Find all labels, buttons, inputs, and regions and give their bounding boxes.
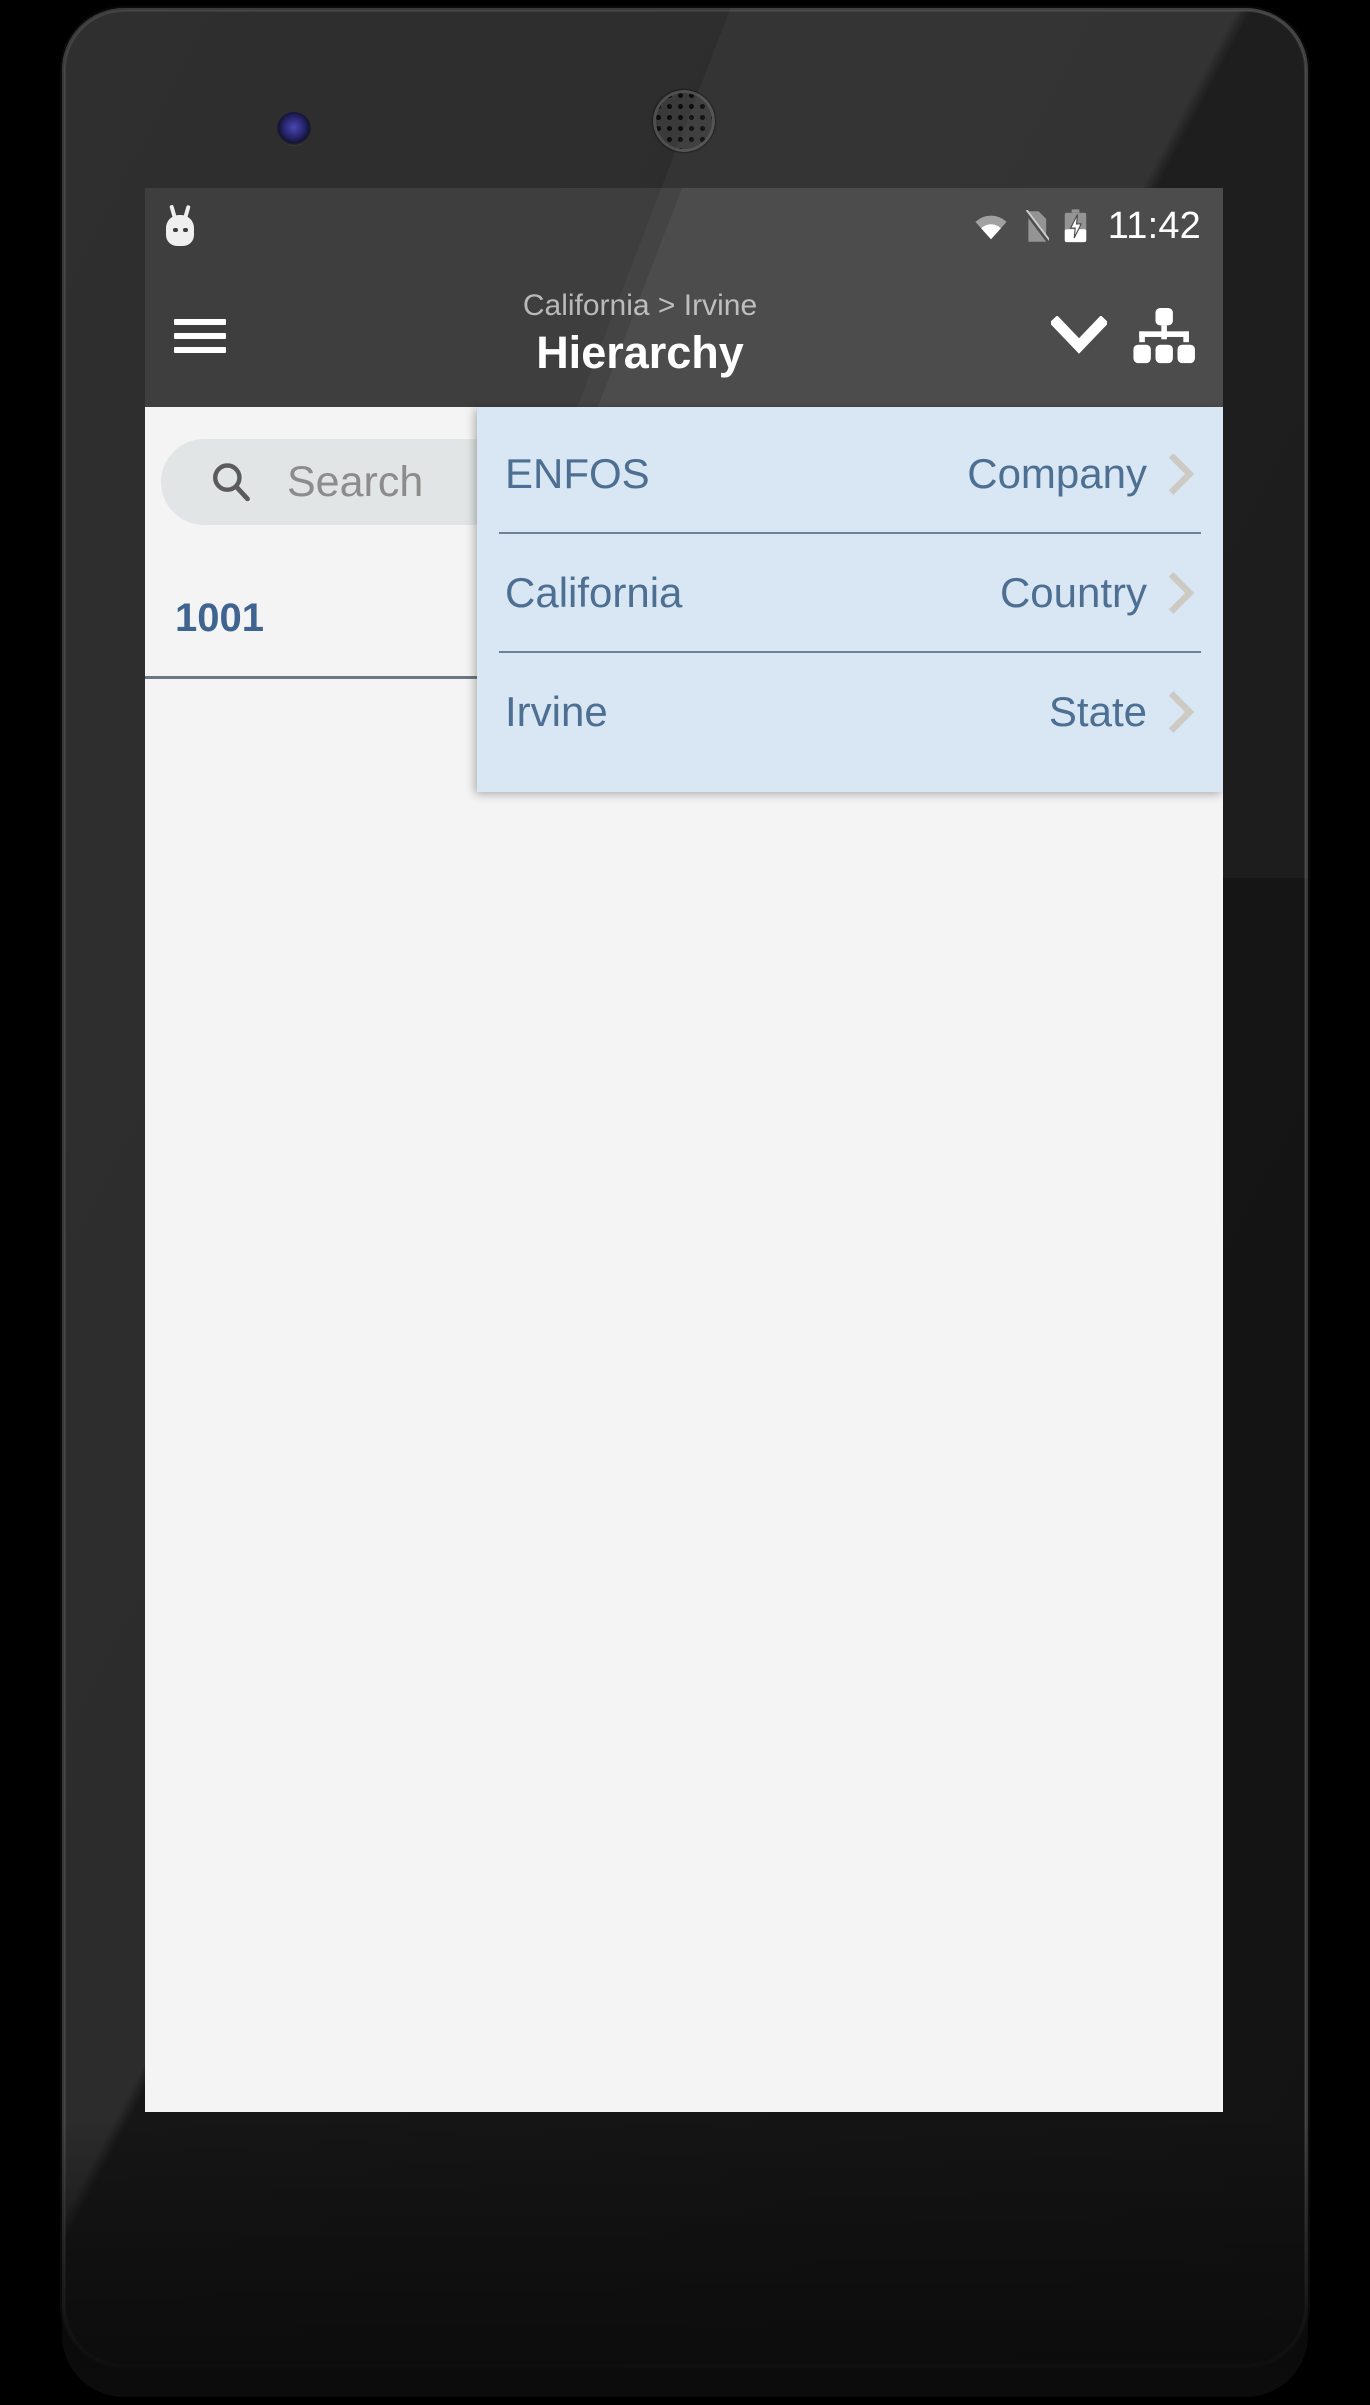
- chevron-right-icon: [1168, 452, 1195, 495]
- status-bar-clock: 11:42: [1107, 204, 1201, 247]
- dropdown-item-name: Irvine: [505, 687, 608, 735]
- dropdown-item-company[interactable]: ENFOS Company: [477, 415, 1223, 532]
- hamburger-menu-icon[interactable]: [171, 313, 229, 359]
- breadcrumb: California > Irvine: [522, 288, 758, 322]
- chevron-right-icon: [1168, 571, 1195, 614]
- page-title: Hierarchy: [536, 326, 744, 378]
- app-bar-actions: [1051, 307, 1197, 365]
- no-sim-icon: [1023, 209, 1049, 242]
- front-camera-icon: [277, 112, 311, 146]
- search-icon: [213, 463, 250, 502]
- dropdown-item-type: State: [1048, 687, 1147, 735]
- earpiece-speaker-icon: [653, 90, 715, 152]
- dropdown-item-type: Country: [999, 568, 1147, 616]
- wifi-icon: [975, 215, 1007, 239]
- chevron-right-icon: [1168, 690, 1195, 733]
- dropdown-item-name: ENFOS: [505, 449, 650, 497]
- battery-charging-icon: [1064, 209, 1086, 243]
- dropdown-item-type: Company: [967, 449, 1147, 497]
- status-icons: 11:42: [974, 205, 1201, 248]
- phone-screen: 11:42 California > Irvine Hierarchy Sear…: [145, 188, 1223, 2112]
- proximity-sensor-icon: [1063, 120, 1080, 137]
- hierarchy-tree-icon[interactable]: [1131, 307, 1197, 365]
- android-mascot-icon: [163, 204, 197, 246]
- status-bar: 11:42: [145, 188, 1223, 264]
- dropdown-item-state[interactable]: Irvine State: [477, 653, 1223, 770]
- dropdown-item-name: California: [505, 568, 683, 616]
- chevron-down-icon[interactable]: [1051, 315, 1107, 356]
- ambient-light-sensor-icon: [1101, 120, 1118, 137]
- app-bar-titles: California > Irvine Hierarchy: [229, 287, 1051, 381]
- dropdown-item-country[interactable]: California Country: [477, 534, 1223, 651]
- hierarchy-dropdown-panel: ENFOS Company California Country Irvine …: [477, 407, 1223, 792]
- row-code: 1001: [175, 596, 264, 640]
- content-area: Search 1001 ENFOS Company California Cou…: [145, 407, 1223, 2112]
- search-placeholder: Search: [287, 457, 424, 506]
- app-bar: California > Irvine Hierarchy: [145, 264, 1223, 407]
